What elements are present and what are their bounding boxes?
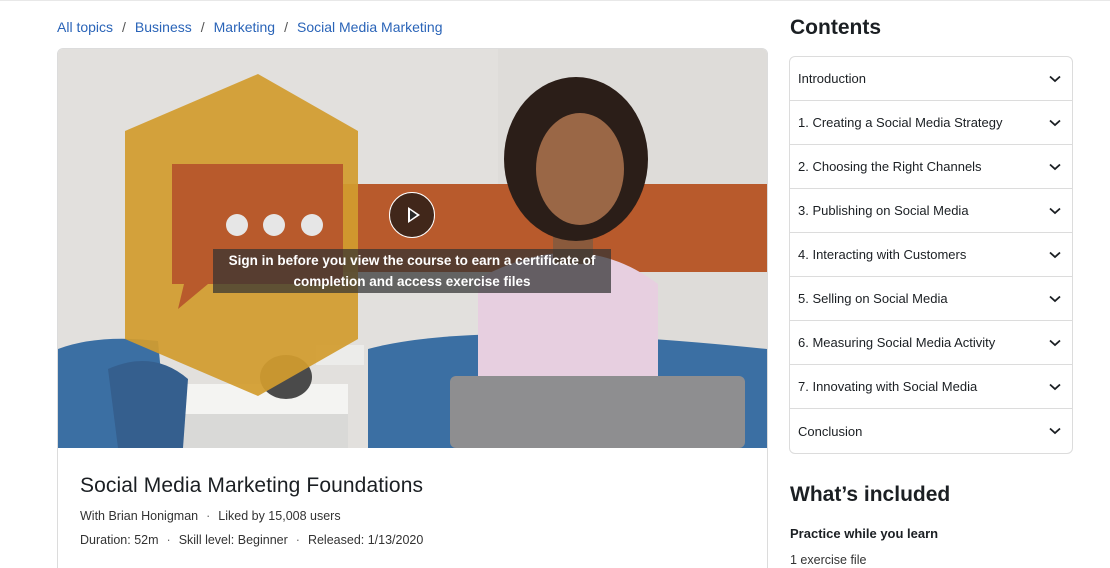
signin-banner: Sign in before you view the course to ea… <box>213 249 611 293</box>
toc-item-chapter-3[interactable]: 3. Publishing on Social Media <box>790 189 1072 233</box>
course-author: With Brian Honigman <box>80 509 199 523</box>
breadcrumb: All topics / Business / Marketing / Soci… <box>57 17 443 37</box>
toc-item-chapter-5[interactable]: 5. Selling on Social Media <box>790 277 1072 321</box>
chevron-down-icon <box>1048 74 1062 84</box>
toc-item-conclusion[interactable]: Conclusion <box>790 409 1072 453</box>
chevron-down-icon <box>1048 426 1062 436</box>
breadcrumb-all-topics[interactable]: All topics <box>57 19 113 35</box>
toc-item-label: 5. Selling on Social Media <box>798 291 948 306</box>
included-heading: What’s included <box>790 483 951 506</box>
meta-separator: · <box>166 533 171 547</box>
chat-dot-icon <box>301 214 323 236</box>
laptop <box>450 376 745 448</box>
signin-text-line1: Sign in before you view the course to ea… <box>228 253 596 268</box>
toc-item-introduction[interactable]: Introduction <box>790 57 1072 101</box>
toc-item-chapter-4[interactable]: 4. Interacting with Customers <box>790 233 1072 277</box>
toc-item-label: 6. Measuring Social Media Activity <box>798 335 996 350</box>
course-details-row: Duration: 52m · Skill level: Beginner · … <box>80 533 423 547</box>
course-card: Sign in before you view the course to ea… <box>57 48 768 568</box>
toc-item-chapter-1[interactable]: 1. Creating a Social Media Strategy <box>790 101 1072 145</box>
breadcrumb-business[interactable]: Business <box>135 19 192 35</box>
breadcrumb-social-media-marketing[interactable]: Social Media Marketing <box>297 19 443 35</box>
chevron-down-icon <box>1048 382 1062 392</box>
practice-label: Practice while you learn <box>790 526 939 541</box>
chevron-down-icon <box>1048 206 1062 216</box>
chat-dot-icon <box>263 214 285 236</box>
toc-item-label: 1. Creating a Social Media Strategy <box>798 115 1003 130</box>
breadcrumb-separator: / <box>200 19 205 35</box>
course-author-row: With Brian Honigman · Liked by 15,008 us… <box>80 509 423 523</box>
course-duration: Duration: 52m <box>80 533 159 547</box>
breadcrumb-separator: / <box>122 19 126 35</box>
contents-heading: Contents <box>790 16 881 39</box>
course-likes: Liked by 15,008 users <box>218 509 341 523</box>
toc-item-label: 2. Choosing the Right Channels <box>798 159 982 174</box>
toc-item-label: 7. Innovating with Social Media <box>798 379 978 394</box>
toc-item-label: 3. Publishing on Social Media <box>798 203 969 218</box>
signin-text-line2: completion and access exercise files <box>293 274 531 289</box>
chevron-down-icon <box>1048 338 1062 348</box>
chevron-down-icon <box>1048 250 1062 260</box>
exercise-file-count: 1 exercise file <box>790 553 867 567</box>
contents-list: Introduction 1. Creating a Social Media … <box>789 56 1073 454</box>
chat-dot-icon <box>226 214 248 236</box>
meta-separator: · <box>206 509 211 523</box>
course-skill-level: Skill level: Beginner <box>178 533 288 547</box>
toc-item-label: Introduction <box>798 71 866 86</box>
chevron-down-icon <box>1048 294 1062 304</box>
breadcrumb-marketing[interactable]: Marketing <box>214 19 275 35</box>
top-divider <box>0 0 1110 1</box>
toc-item-chapter-7[interactable]: 7. Innovating with Social Media <box>790 365 1072 409</box>
breadcrumb-separator: / <box>284 19 288 35</box>
chevron-down-icon <box>1048 118 1062 128</box>
toc-item-chapter-6[interactable]: 6. Measuring Social Media Activity <box>790 321 1072 365</box>
course-info: Social Media Marketing Foundations With … <box>80 474 423 547</box>
toc-item-label: Conclusion <box>798 423 863 439</box>
toc-item-chapter-2[interactable]: 2. Choosing the Right Channels <box>790 145 1072 189</box>
toc-item-label: 4. Interacting with Customers <box>798 247 967 262</box>
course-title: Social Media Marketing Foundations <box>80 474 424 497</box>
play-button[interactable] <box>389 192 435 238</box>
chevron-down-icon <box>1048 162 1062 172</box>
play-icon <box>408 207 420 223</box>
meta-separator: · <box>295 533 300 547</box>
video-player[interactable]: Sign in before you view the course to ea… <box>58 49 767 448</box>
course-released: Released: 1/13/2020 <box>307 533 424 547</box>
